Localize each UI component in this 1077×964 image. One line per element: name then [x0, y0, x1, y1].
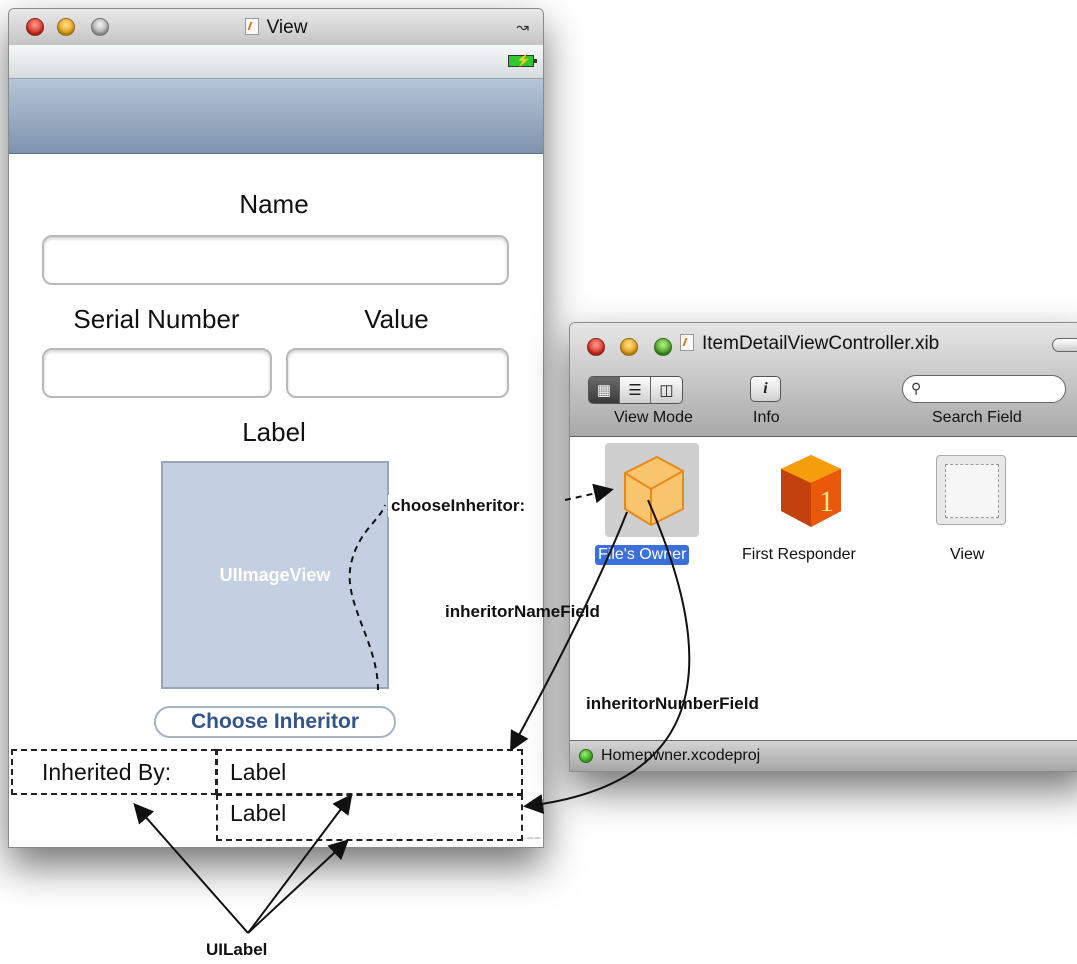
view-titlebar[interactable]: View ↝ [9, 9, 543, 46]
xib-window-title: ItemDetailViewController.xib [680, 333, 939, 355]
xib-window-title-text: ItemDetailViewController.xib [702, 333, 940, 354]
toolbar-toggle-button[interactable] [1052, 338, 1077, 352]
xib-toolbar[interactable]: ItemDetailViewController.xib ▦ ☰ ◫ i ⚲ V… [570, 323, 1077, 437]
view-icon [945, 464, 999, 518]
list-icon: ☰ [628, 382, 642, 399]
first-responder-label: First Responder [742, 546, 856, 563]
ios-status-bar: ⚡ [9, 45, 543, 79]
search-field[interactable]: ⚲ [902, 375, 1066, 403]
collapse-icon[interactable]: ↝ [516, 18, 529, 36]
xib-minimize-button[interactable] [620, 338, 638, 356]
inheritor-number-label: Label [230, 800, 287, 826]
image-view: UIImageView [161, 461, 389, 689]
inheritor-name-label: Label [230, 759, 287, 785]
image-view-caption: UIImageView [219, 564, 331, 585]
columns-icon: ◫ [659, 382, 674, 399]
view-mode-caption: View Mode [614, 409, 693, 426]
value-label: Value [364, 304, 429, 334]
battery-icon: ⚡ [508, 53, 537, 67]
column-view-button[interactable]: ◫ [651, 377, 682, 403]
navigation-bar [9, 79, 543, 154]
choose-inheritor-annotation: chooseInheritor: [388, 495, 529, 517]
inheritor-name-field-annotation: inheritorNameField [445, 602, 600, 621]
search-icon: ⚲ [911, 380, 922, 396]
xib-status-bar: Homepwner.xcodeproj [570, 740, 1077, 771]
resize-grip-icon[interactable]: −− [527, 831, 541, 845]
view-window: View ↝ ⚡ Name Serial Number Value Label … [8, 8, 544, 848]
svg-text:1: 1 [819, 485, 834, 518]
files-owner-label[interactable]: File's Owner [595, 545, 690, 565]
cube-icon [624, 455, 684, 527]
image-label: Label [242, 417, 306, 447]
view-mode-control[interactable]: ▦ ☰ ◫ [588, 376, 683, 404]
search-caption: Search Field [932, 409, 1022, 426]
first-responder-icon: 1 [781, 455, 841, 527]
first-responder-item[interactable]: 1 [775, 447, 847, 531]
inherited-by-label: Inherited By: [42, 759, 172, 785]
icon-view-button[interactable]: ▦ [589, 377, 620, 403]
view-label: View [950, 546, 985, 563]
uilabel-annotation: UILabel [206, 940, 268, 959]
info-button[interactable]: i [750, 376, 781, 402]
xib-zoom-button[interactable] [654, 338, 672, 356]
project-status-icon [579, 749, 593, 763]
serial-number-label: Serial Number [73, 304, 240, 334]
project-name: Homepwner.xcodeproj [601, 747, 761, 764]
view-item[interactable] [936, 455, 1006, 525]
choose-inheritor-button[interactable]: Choose Inheritor [154, 706, 396, 738]
list-view-button[interactable]: ☰ [620, 377, 651, 403]
serial-number-field[interactable] [42, 348, 272, 398]
view-window-title-text: View [266, 17, 308, 38]
name-field[interactable] [42, 235, 509, 285]
value-field[interactable] [286, 348, 509, 398]
xib-document-icon [680, 334, 694, 351]
view-window-title: View [9, 17, 543, 39]
inheritor-number-field-annotation: inheritorNumberField [586, 694, 759, 713]
document-icon [244, 18, 259, 35]
xib-close-button[interactable] [587, 338, 605, 356]
name-label: Name [239, 189, 309, 219]
files-owner-item[interactable] [605, 443, 699, 537]
info-caption: Info [753, 409, 780, 426]
grid-icon: ▦ [596, 382, 612, 399]
